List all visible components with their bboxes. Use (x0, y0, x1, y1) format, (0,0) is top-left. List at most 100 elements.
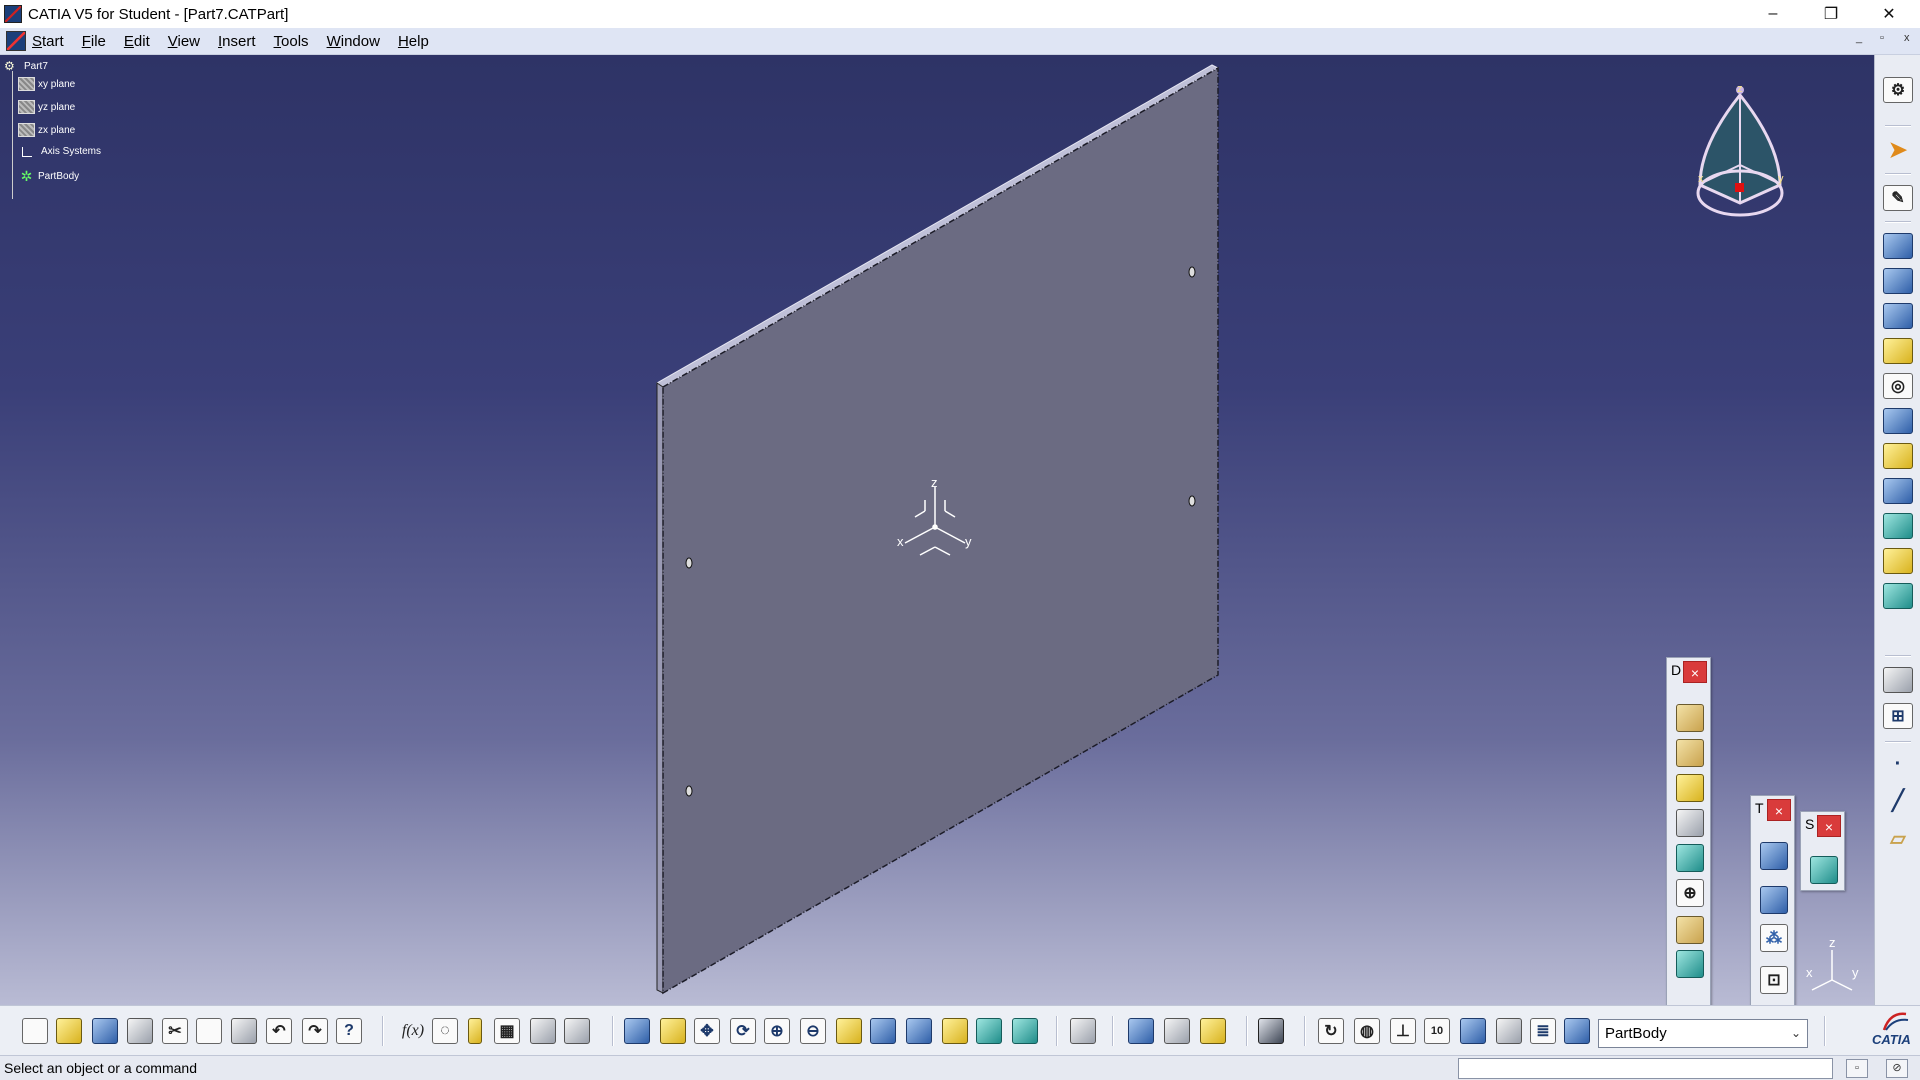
instantiate-icon[interactable] (468, 1018, 482, 1044)
law-icon[interactable] (530, 1018, 556, 1044)
menu-help[interactable]: Help (391, 31, 436, 52)
tree-item-axis-systems[interactable]: Axis Systems (18, 146, 101, 157)
shaft-icon[interactable] (1883, 303, 1913, 329)
pad-icon[interactable] (1883, 233, 1913, 259)
thread-icon[interactable]: ⊕ (1676, 879, 1704, 907)
copy-icon[interactable] (196, 1018, 222, 1044)
work-object-icon[interactable] (1564, 1018, 1590, 1044)
start-menu-icon[interactable] (6, 31, 26, 51)
groove-icon[interactable] (1883, 338, 1913, 364)
pattern-icon[interactable]: ⁂ (1760, 924, 1788, 952)
solid-combine-icon[interactable] (1883, 583, 1913, 609)
menu-window[interactable]: Window (320, 31, 387, 52)
mirror-icon[interactable] (1760, 886, 1788, 914)
plane-create-icon[interactable]: ▱ (1883, 825, 1913, 851)
remove-face-icon[interactable] (1676, 916, 1704, 944)
menu-start[interactable]: Start (30, 31, 71, 52)
3d-viewport[interactable]: z x y z x y z x y ⚙ Part7 xy plane yz pl… (0, 55, 1874, 1005)
print-icon[interactable] (127, 1018, 153, 1044)
snap-grid-icon[interactable]: 10 (1424, 1018, 1450, 1044)
tree-item-zx-plane[interactable]: zx plane (18, 123, 75, 137)
shading-icon[interactable] (942, 1018, 968, 1044)
knowledge-advisor-icon[interactable]: ◌ (432, 1018, 458, 1044)
fit-all-icon[interactable] (660, 1018, 686, 1044)
line-icon[interactable]: ╱ (1883, 787, 1913, 813)
stop-command-icon[interactable]: ⊘ (1886, 1059, 1908, 1078)
axis-display-icon[interactable]: ⊥ (1390, 1018, 1416, 1044)
insert-body-icon[interactable] (1883, 667, 1913, 693)
menu-file[interactable]: File (75, 31, 113, 52)
tree-item-part7[interactable]: ⚙ Part7 (4, 59, 48, 73)
fly-mode-icon[interactable] (624, 1018, 650, 1044)
select-arrow-icon[interactable]: ➤ (1883, 137, 1913, 163)
look-at-icon[interactable]: ◍ (1354, 1018, 1380, 1044)
multi-view-icon[interactable] (870, 1018, 896, 1044)
multi-section-solid-icon[interactable] (1883, 513, 1913, 539)
tree-item-partbody[interactable]: ✲ PartBody (18, 169, 80, 183)
swap-visible-space-icon[interactable] (1012, 1018, 1038, 1044)
list-icon[interactable]: ≣ (1530, 1018, 1556, 1044)
doc-close-button[interactable]: x (1904, 32, 1910, 44)
removed-multi-section-icon[interactable] (1883, 548, 1913, 574)
redo-icon[interactable]: ↷ (302, 1018, 328, 1044)
zoom-in-icon[interactable]: ⊕ (764, 1018, 790, 1044)
whats-this-icon[interactable]: ? (336, 1018, 362, 1044)
properties-icon[interactable] (1496, 1018, 1522, 1044)
new-file-icon[interactable] (22, 1018, 48, 1044)
hide-show-icon[interactable] (976, 1018, 1002, 1044)
tree-item-yz-plane[interactable]: yz plane (18, 100, 75, 114)
capture-camera-icon[interactable] (1258, 1018, 1284, 1044)
doc-restore-button[interactable]: ▫ (1880, 32, 1884, 44)
doc-minimize-button[interactable]: _ (1856, 32, 1862, 44)
sketch-icon[interactable]: ✎ (1883, 185, 1913, 211)
thickness-icon[interactable] (1676, 844, 1704, 872)
scaling-icon[interactable]: ⊡ (1760, 966, 1788, 994)
menu-view[interactable]: View (161, 31, 207, 52)
replace-face-icon[interactable] (1676, 950, 1704, 978)
point-icon[interactable]: · (1883, 751, 1913, 777)
update-icon[interactable] (1070, 1018, 1096, 1044)
rotate-icon[interactable]: ⟳ (730, 1018, 756, 1044)
cut-icon[interactable]: ✂ (162, 1018, 188, 1044)
measure-icon[interactable] (564, 1018, 590, 1044)
fillet-icon[interactable] (1676, 704, 1704, 732)
design-table-icon[interactable]: ▦ (494, 1018, 520, 1044)
close-floating-toolbar-button[interactable]: × (1683, 661, 1707, 683)
layer-icon[interactable] (1460, 1018, 1486, 1044)
undo-icon[interactable]: ↶ (266, 1018, 292, 1044)
translation-icon[interactable] (1760, 842, 1788, 870)
reframe-icon[interactable]: ↻ (1318, 1018, 1344, 1044)
restore-button[interactable]: ❐ (1802, 0, 1860, 28)
normal-view-icon[interactable] (836, 1018, 862, 1044)
open-folder-icon[interactable] (56, 1018, 82, 1044)
compass[interactable] (1696, 86, 1784, 217)
save-icon[interactable] (92, 1018, 118, 1044)
pan-icon[interactable]: ✥ (694, 1018, 720, 1044)
current-body-select[interactable]: PartBody ⌄ (1598, 1019, 1808, 1048)
floating-toolbar-surface[interactable]: S × (1800, 811, 1845, 891)
rib-icon[interactable] (1883, 408, 1913, 434)
power-input-field[interactable] (1458, 1058, 1833, 1079)
menu-tools[interactable]: Tools (267, 31, 316, 52)
settings-gear-icon[interactable]: ⚙ (1883, 77, 1913, 103)
isometric-view-icon[interactable] (906, 1018, 932, 1044)
minimize-button[interactable]: – (1744, 0, 1802, 28)
paste-icon[interactable] (231, 1018, 257, 1044)
floating-toolbar-transformation[interactable]: T × ⁂ ⊡ (1750, 795, 1795, 1005)
floating-toolbar-dress-up[interactable]: D × ⊕ (1666, 657, 1711, 1005)
constraint-icon[interactable] (1128, 1018, 1154, 1044)
power-input-toggle-icon[interactable]: ▫ (1846, 1059, 1868, 1078)
zoom-out-icon[interactable]: ⊖ (800, 1018, 826, 1044)
pocket-icon[interactable] (1883, 268, 1913, 294)
split-icon[interactable] (1810, 856, 1838, 884)
draft-icon[interactable] (1676, 774, 1704, 802)
hole-icon[interactable]: ◎ (1883, 373, 1913, 399)
stiffener-icon[interactable] (1883, 478, 1913, 504)
menu-insert[interactable]: Insert (211, 31, 263, 52)
close-button[interactable]: ✕ (1860, 0, 1918, 28)
formula-icon[interactable]: f(x) (396, 1018, 430, 1044)
material-bucket-icon[interactable] (1200, 1018, 1226, 1044)
chamfer-icon[interactable] (1676, 739, 1704, 767)
close-floating-toolbar-button[interactable]: × (1767, 799, 1791, 821)
axis-system-icon[interactable]: ⊞ (1883, 703, 1913, 729)
